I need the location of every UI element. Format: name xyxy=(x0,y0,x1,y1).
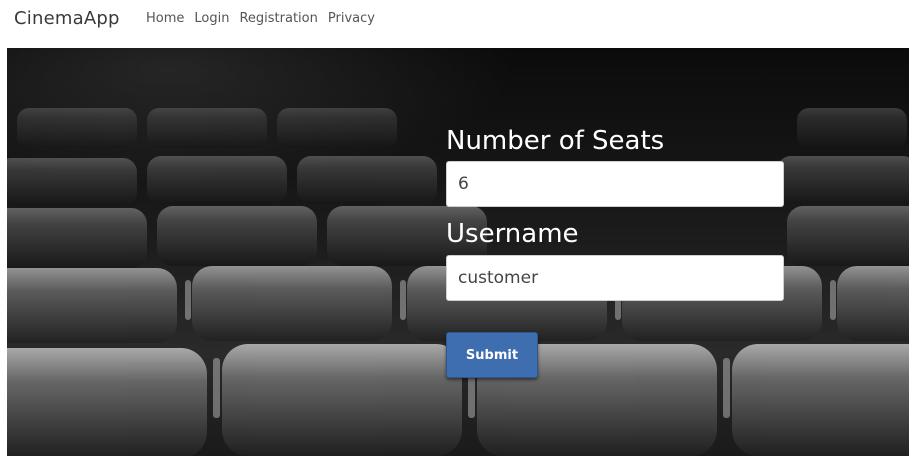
seats-input[interactable] xyxy=(446,161,784,207)
username-input[interactable] xyxy=(446,255,784,301)
nav-links: Home Login Registration Privacy xyxy=(146,11,375,26)
nav-registration-link[interactable]: Registration xyxy=(239,11,317,26)
cinema-seats-background: Number of Seats Username Submit xyxy=(7,48,909,456)
top-navbar: CinemaApp Home Login Registration Privac… xyxy=(0,0,909,44)
nav-home-link[interactable]: Home xyxy=(146,11,184,26)
submit-button[interactable]: Submit xyxy=(446,332,538,378)
brand-logo-text[interactable]: CinemaApp xyxy=(14,8,120,29)
seats-label: Number of Seats xyxy=(446,126,665,156)
username-label: Username xyxy=(446,219,579,249)
nav-privacy-link[interactable]: Privacy xyxy=(328,11,375,26)
cinema-seats-illustration xyxy=(7,108,909,456)
nav-login-link[interactable]: Login xyxy=(194,11,229,26)
